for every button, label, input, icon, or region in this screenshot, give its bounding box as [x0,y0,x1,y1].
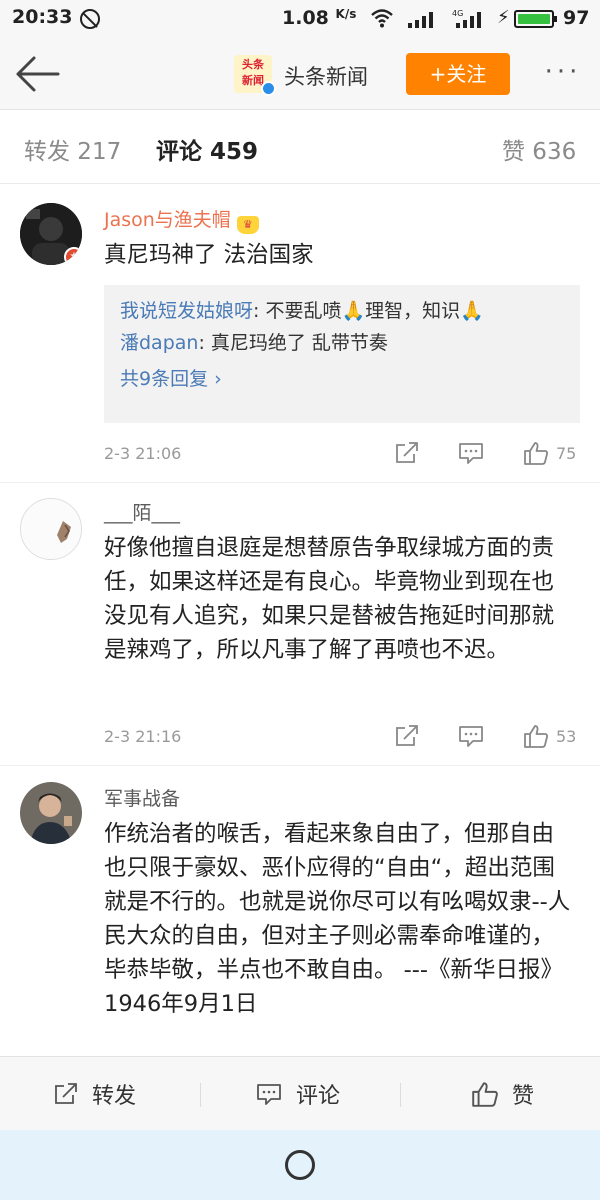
reply-item: 我说短发姑娘呀: 不要乱喷🙏理智，知识🙏 [120,295,564,327]
comment-time: 2-3 21:16 [104,727,182,746]
repost-icon[interactable] [394,440,420,466]
comment-time: 2-3 21:06 [104,444,182,463]
comment-icon[interactable] [457,723,485,749]
top-nav-bar: 头条 新闻 头条新闻 +关注 ··· [0,38,600,110]
like-count: 75 [556,444,577,463]
battery-percent: 97 [563,7,590,29]
tab-repost[interactable]: 转发 217 [24,132,121,166]
comment-item: ___陌___ 好像他擅自退庭是想替原告争取绿城方面的责任，如果这样还是有良心。… [0,483,600,765]
comment-icon[interactable] [457,440,485,466]
more-options-button[interactable]: ··· [540,57,586,91]
comment-meta: 2-3 21:06 75 [104,438,580,468]
bottom-toolbar: 转发 评论 赞 [0,1056,600,1130]
status-bar: 20:33 1.08 K/s 4G ⚡ 97 [0,0,600,38]
repost-label: 转发 [92,1084,137,1109]
reply-username[interactable]: 潘dapan [120,332,198,354]
home-button-icon[interactable] [285,1150,315,1180]
repost-button[interactable]: 转发 [52,1057,136,1131]
brand-logo[interactable]: 头条 新闻 [234,55,276,96]
system-nav-bar [0,1130,600,1200]
verified-badge-icon: ★ [64,247,82,265]
avatar[interactable] [20,498,82,560]
verified-badge-icon [261,81,276,96]
comment-text: 好像他擅自退庭是想替原告争取绿城方面的责任，如果这样还是有良心。毕竟物业到现在也… [104,535,555,663]
like-icon [472,1082,498,1107]
do-not-disturb-icon [80,9,100,29]
like-label: 赞 [512,1084,535,1109]
repost-icon[interactable] [394,723,420,749]
reply-text: : 真尼玛绝了 乱带节奏 [198,332,388,354]
toolbar-separator [400,1083,401,1107]
comment-item: 军事战备 作统治者的喉舌，看起来象自由了，但那自由也只限于豪奴、恶仆应得的“自由… [0,766,600,1055]
comment-text: 作统治者的喉舌，看起来象自由了，但那自由也只限于豪奴、恶仆应得的“自由“，超出范… [104,821,571,1017]
comment-username[interactable]: Jason与渔夫帽 ♛ [104,205,259,234]
like-icon[interactable] [522,723,550,749]
reply-text: : 不要乱喷🙏理智，知识🙏 [253,300,484,322]
battery-icon [514,10,557,28]
more-replies-link[interactable]: 共9条回复 › [120,363,564,395]
signal-4g-icon: 4G [452,9,481,28]
like-icon[interactable] [522,440,550,466]
network-speed: 1.08 K/s [282,7,357,29]
comment-username[interactable]: ___陌___ [104,498,180,525]
reply-item: 潘dapan: 真尼玛绝了 乱带节奏 [120,327,564,359]
like-button[interactable]: 赞 [470,1057,534,1131]
avatar[interactable] [20,782,82,844]
comment-text: 真尼玛神了 法治国家 [104,242,314,268]
comment-item: ★ Jason与渔夫帽 ♛ 真尼玛神了 法治国家 我说短发姑娘呀: 不要乱喷🙏理智… [0,185,600,480]
comment-list[interactable]: ★ Jason与渔夫帽 ♛ 真尼玛神了 法治国家 我说短发姑娘呀: 不要乱喷🙏理智… [0,185,600,1055]
crown-icon: ♛ [236,216,259,234]
toolbar-separator [200,1083,201,1107]
reply-username[interactable]: 我说短发姑娘呀 [120,300,253,322]
tab-comment[interactable]: 评论 459 [156,132,258,166]
comment-label: 评论 [296,1084,341,1109]
brand-name[interactable]: 头条新闻 [284,61,368,91]
avatar[interactable]: ★ [20,203,82,265]
svg-text:4G: 4G [452,9,463,18]
back-arrow-icon[interactable] [14,54,60,94]
comment-meta: 2-3 21:16 53 [104,721,580,751]
follow-button[interactable]: +关注 [406,53,510,95]
repost-icon [55,1083,77,1104]
charging-icon: ⚡ [497,7,510,28]
comment-username[interactable]: 军事战备 [104,784,180,811]
signal-icon [408,12,433,28]
tab-like[interactable]: 赞 636 [502,132,576,166]
reply-box[interactable]: 我说短发姑娘呀: 不要乱喷🙏理智，知识🙏 潘dapan: 真尼玛绝了 乱带节奏 … [104,285,580,423]
status-time: 20:33 [12,6,73,28]
like-count: 53 [556,727,577,746]
tab-bar: 转发 217 评论 459 赞 636 [0,110,600,184]
comment-icon [257,1084,281,1105]
wifi-icon [371,9,393,28]
comment-button[interactable]: 评论 [254,1057,340,1131]
